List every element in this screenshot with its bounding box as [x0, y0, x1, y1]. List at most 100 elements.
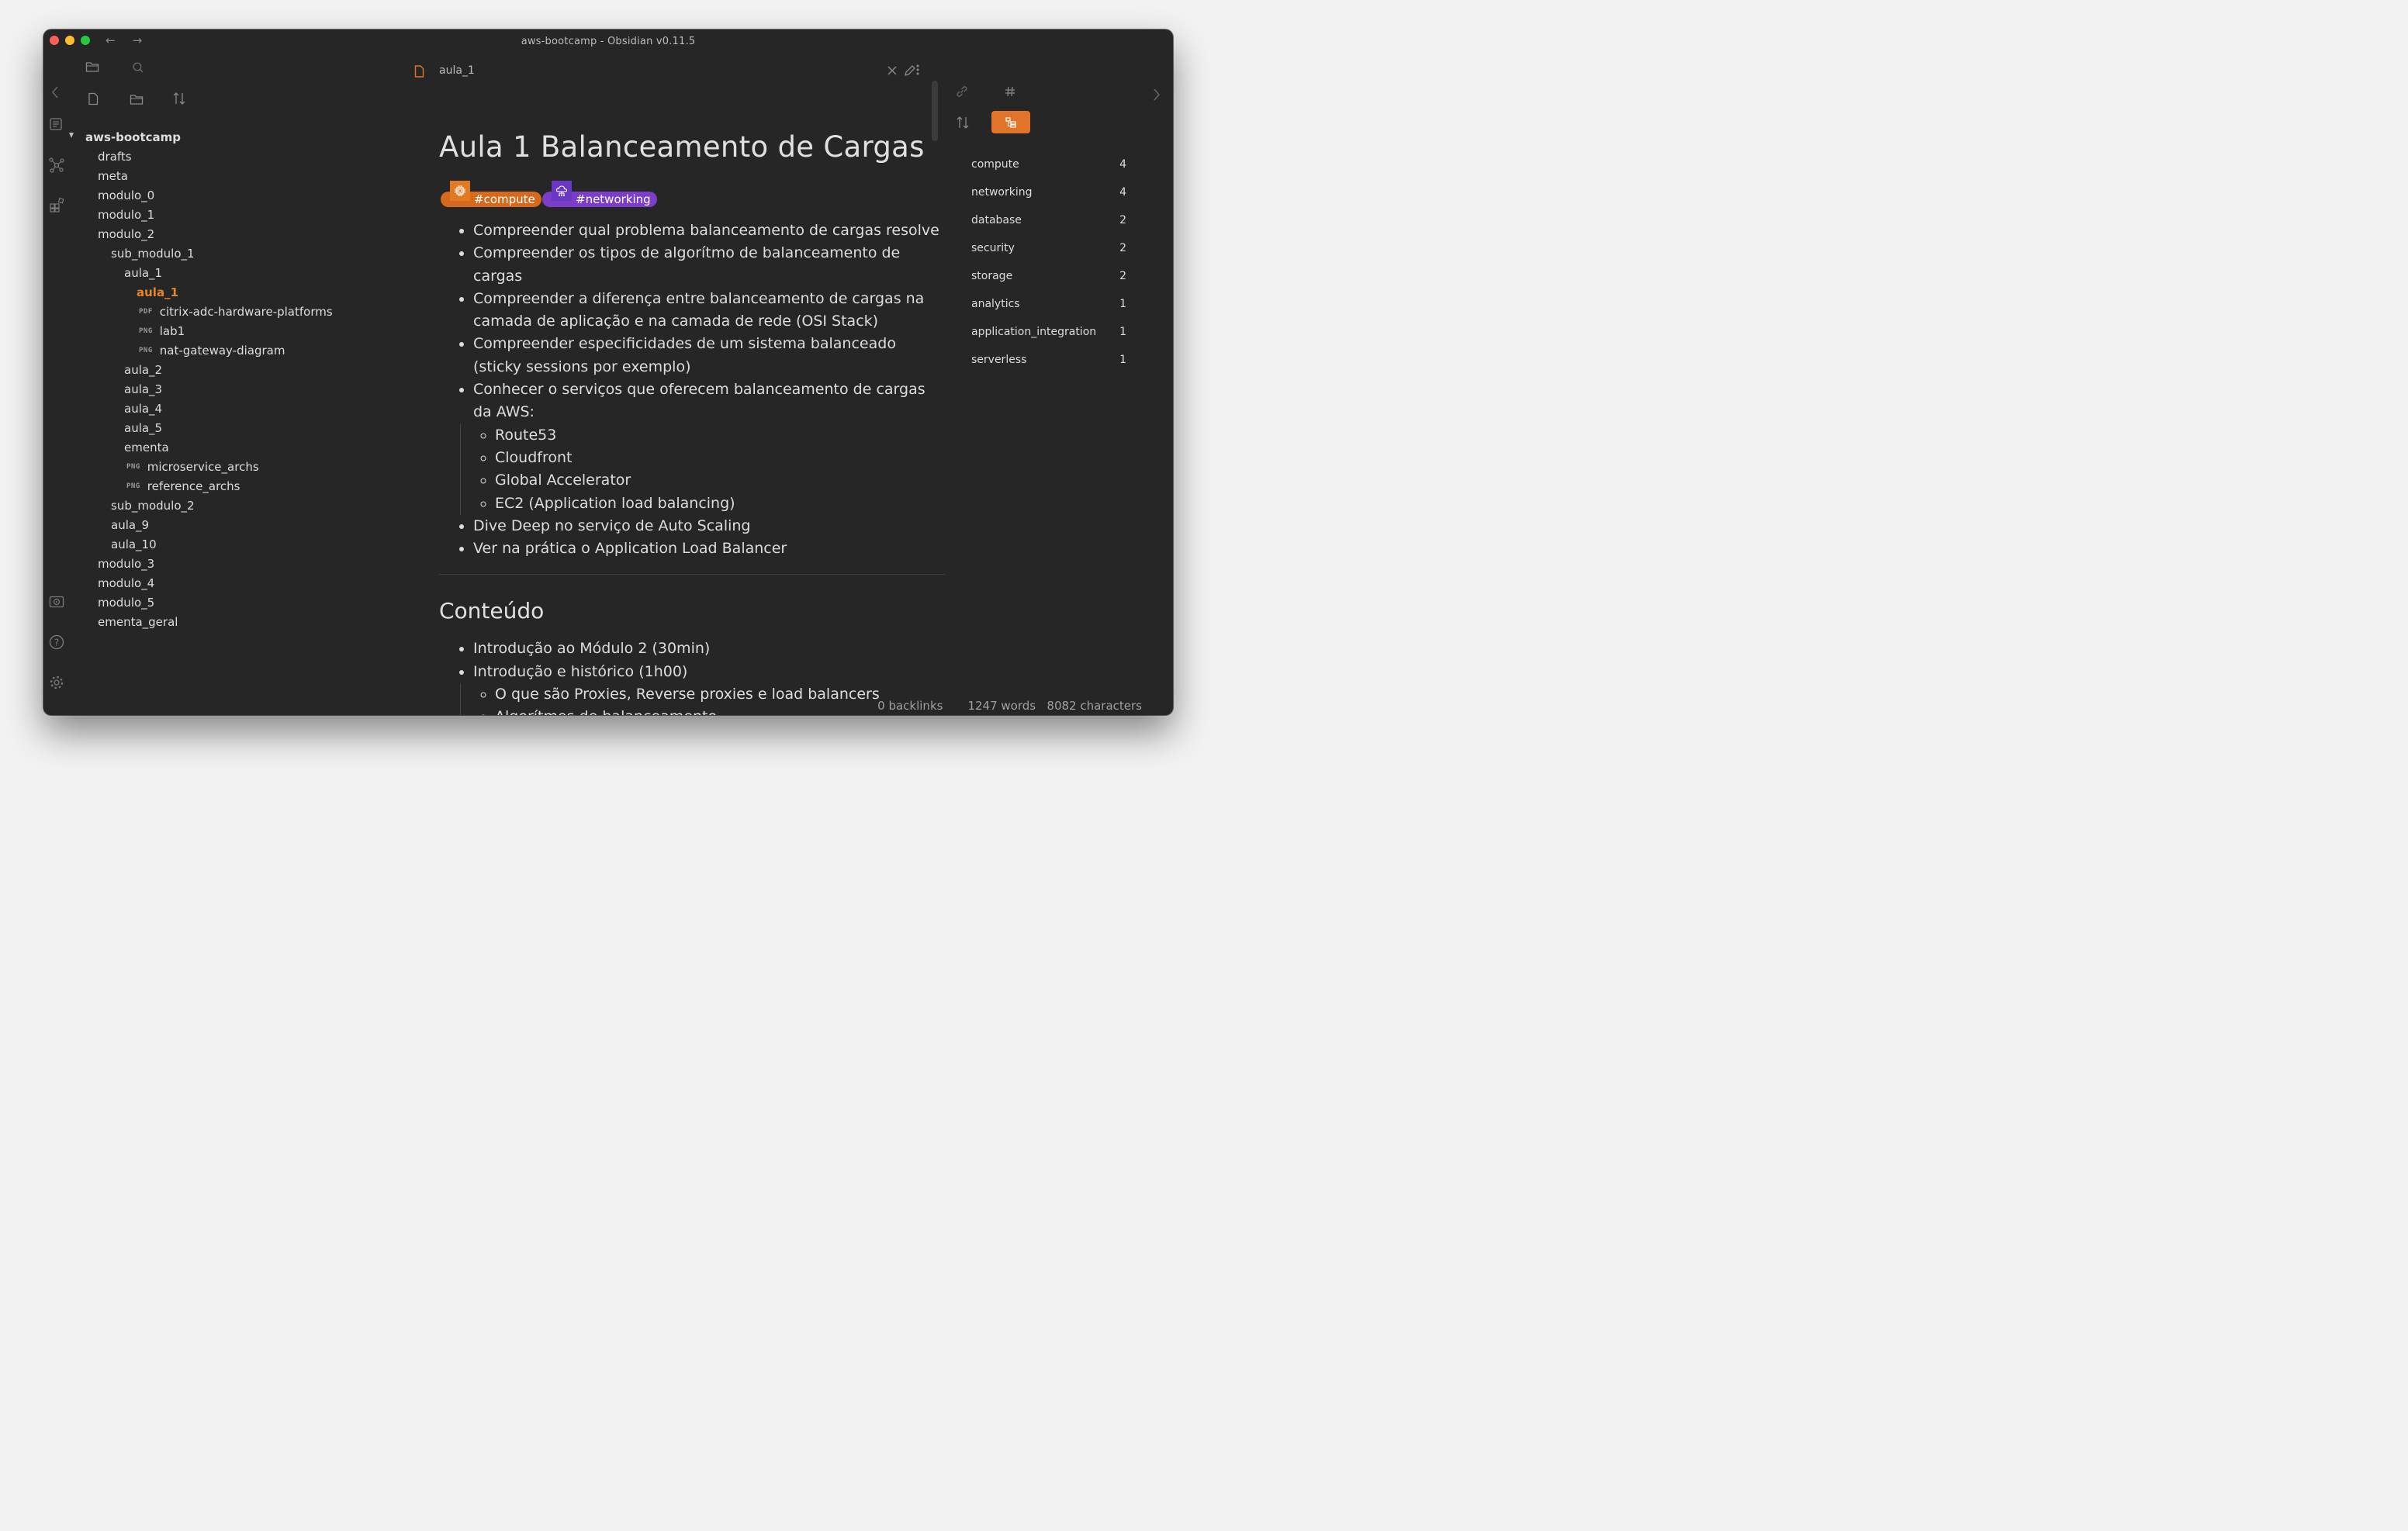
close-window-button[interactable]	[50, 36, 59, 45]
tree-item[interactable]: modulo_0	[98, 187, 154, 204]
tree-item[interactable]: modulo_3	[98, 555, 154, 572]
tag-row[interactable]: database 2	[971, 214, 1126, 226]
tree-item[interactable]: aula_2	[124, 361, 162, 378]
tag-compute[interactable]: #compute	[441, 181, 541, 207]
tree-item[interactable]: drafts	[98, 148, 132, 165]
hash-icon[interactable]	[1004, 85, 1016, 98]
tag-count: 4	[1119, 186, 1126, 199]
new-folder-icon[interactable]	[130, 93, 144, 105]
folder-icon[interactable]	[85, 60, 99, 73]
list-item: Ver na prática o Application Load Balanc…	[473, 537, 945, 560]
arrow-left-icon[interactable]: ←	[106, 33, 116, 47]
tree-item[interactable]: modulo_5	[98, 594, 154, 611]
templates-icon[interactable]	[49, 197, 64, 213]
tree-item[interactable]: aula_9	[111, 517, 149, 534]
list-item: Dive Deep no serviço de Auto Scaling	[473, 515, 945, 537]
tree-file[interactable]: PDF citrix-adc-hardware-platforms	[139, 303, 333, 320]
tree-item[interactable]: sub_modulo_2	[111, 497, 195, 514]
tree-item[interactable]: aula_4	[124, 400, 162, 417]
tree-item-label: reference_archs	[147, 479, 240, 493]
view-title[interactable]: aula_1	[439, 64, 475, 77]
tag-name: networking	[971, 186, 1033, 199]
arrow-right-icon[interactable]: →	[133, 33, 143, 47]
app-window: ← → aws-bootcamp - Obsidian v0.11.5 ? aw…	[43, 29, 1173, 715]
tag-networking[interactable]: #networking	[542, 181, 657, 207]
gear-icon[interactable]	[49, 675, 64, 690]
vault-root[interactable]: aws-bootcamp	[85, 129, 181, 146]
minimize-window-button[interactable]	[65, 36, 74, 45]
tag-list: #compute #networking	[439, 179, 945, 207]
list-item: Compreender qual problema balanceamento …	[473, 219, 945, 242]
tree-item[interactable]: ementa	[124, 439, 169, 456]
tree-item[interactable]: aula_10	[111, 536, 157, 553]
tree-item-label: aula_10	[111, 537, 157, 551]
link-icon[interactable]	[956, 85, 968, 98]
file-icon	[414, 65, 424, 78]
tree-item[interactable]: modulo_4	[98, 575, 154, 592]
tree-file[interactable]: PNG reference_archs	[126, 478, 240, 495]
tag-count: 1	[1119, 326, 1126, 338]
tree-item-label: modulo_2	[98, 227, 155, 241]
maximize-window-button[interactable]	[81, 36, 90, 45]
sort-icon[interactable]	[172, 92, 186, 105]
tree-item-label: modulo_1	[98, 208, 155, 222]
tree-item[interactable]: aula_5	[124, 420, 162, 437]
tag-count: 1	[1119, 354, 1126, 366]
tag-row[interactable]: networking 4	[971, 186, 1126, 199]
tag-row[interactable]: security 2	[971, 242, 1126, 254]
tag-count: 1	[1119, 298, 1126, 310]
content-list: Introdução ao Módulo 2 (30min) Introduçã…	[439, 638, 945, 715]
tag-row[interactable]: serverless 1	[971, 354, 1126, 366]
tree-item[interactable]: aula_3	[124, 381, 162, 398]
tree-item-label: modulo_4	[98, 576, 155, 590]
tree-item-label: ementa	[124, 441, 169, 454]
tree-item-label: citrix-adc-hardware-platforms	[159, 305, 333, 319]
aws-services-list: Route53 Cloudfront Global Accelerator EC…	[460, 423, 945, 515]
search-icon[interactable]	[132, 61, 144, 74]
window-title: aws-bootcamp - Obsidian v0.11.5	[521, 35, 696, 47]
tree-item[interactable]: aula_1	[124, 264, 162, 282]
tree-item-label: nat-gateway-diagram	[159, 344, 285, 358]
tag-count: 2	[1119, 270, 1126, 282]
tree-item[interactable]: aula_1	[137, 284, 178, 301]
collapse-right-icon[interactable]	[1153, 88, 1161, 101]
collapse-left-icon[interactable]	[51, 86, 59, 98]
tag-name: compute	[971, 158, 1019, 171]
list-item: Compreender a diferença entre balanceame…	[473, 288, 945, 334]
vault-icon[interactable]	[49, 596, 64, 608]
tree-item[interactable]: meta	[98, 168, 128, 185]
tree-item-label: sub_modulo_2	[111, 499, 195, 513]
tree-item[interactable]: modulo_1	[98, 206, 154, 223]
tag-row[interactable]: compute 4	[971, 158, 1126, 171]
tag-label: #networking	[576, 192, 651, 206]
file-extension-badge: PDF	[139, 308, 153, 316]
horizontal-rule	[439, 574, 945, 575]
more-options-icon[interactable]	[914, 64, 922, 76]
new-note-icon[interactable]	[88, 92, 99, 105]
nested-tags-toggle[interactable]	[991, 111, 1030, 133]
graph-view-icon[interactable]	[49, 157, 64, 173]
backlinks-count[interactable]: 0 backlinks	[877, 699, 943, 713]
tree-file[interactable]: PNG nat-gateway-diagram	[139, 342, 285, 359]
note-content: Aula 1 Balanceamento de Cargas #compute …	[439, 130, 945, 715]
tree-item-label: aula_3	[124, 382, 163, 396]
tree-item-label: meta	[98, 169, 128, 183]
collapse-arrow-icon[interactable]	[69, 133, 74, 138]
tree-item-label: modulo_0	[98, 188, 155, 202]
svg-text:?: ?	[54, 638, 59, 648]
tag-count: 2	[1119, 242, 1126, 254]
tree-item-label: drafts	[98, 150, 132, 164]
history-nav: ← →	[106, 33, 142, 47]
tree-item[interactable]: modulo_2	[98, 226, 154, 243]
tree-item[interactable]: ementa_geral	[98, 613, 178, 631]
tag-row[interactable]: storage 2	[971, 270, 1126, 282]
tag-row[interactable]: analytics 1	[971, 298, 1126, 310]
tree-file[interactable]: PNG lab1	[139, 323, 185, 340]
switcher-icon[interactable]	[49, 117, 63, 131]
close-icon[interactable]	[887, 65, 898, 76]
help-icon[interactable]: ?	[49, 634, 64, 650]
sort-icon[interactable]	[956, 116, 970, 130]
tree-item[interactable]: sub_modulo_1	[111, 245, 195, 262]
tag-row[interactable]: application_integration 1	[971, 326, 1126, 338]
tree-file[interactable]: PNG microservice_archs	[126, 458, 259, 475]
